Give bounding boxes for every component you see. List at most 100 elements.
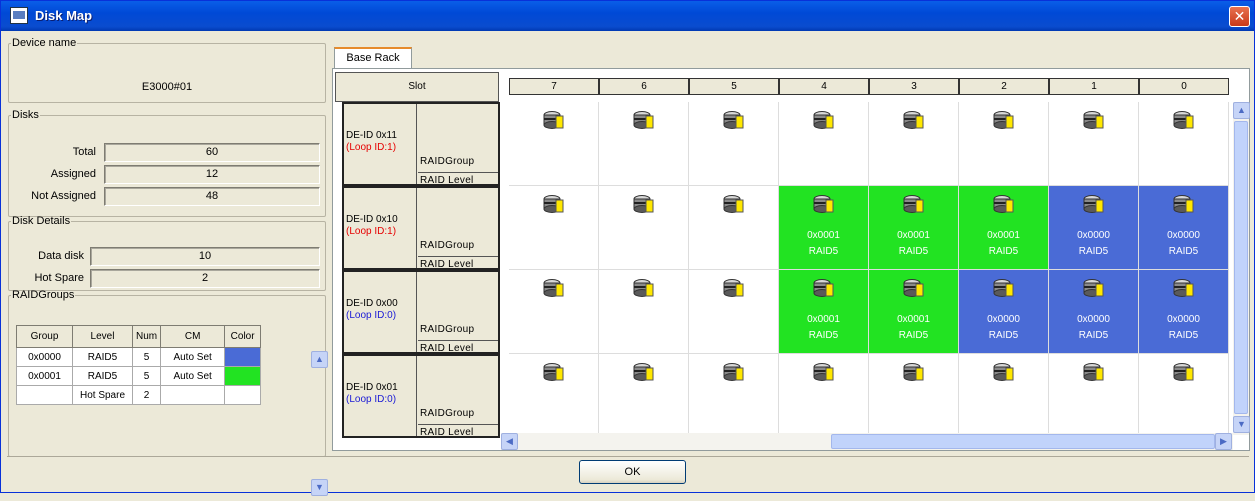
raidgroups-table: Group Level Num CM Color 0x0000 RAID5 5 … [16, 325, 262, 405]
disk-slot[interactable]: 0x0001 RAID5 [779, 186, 869, 270]
ok-button[interactable]: OK [579, 460, 686, 484]
scroll-thumb[interactable] [831, 434, 1215, 449]
disk-raid-level: RAID5 [898, 246, 929, 257]
disk-slot[interactable]: 0x0000 RAID5 [1049, 186, 1139, 270]
row-header: DE-ID 0x10 (Loop ID:1) RAIDGroup RAID Level [342, 186, 500, 270]
disk-slot[interactable] [689, 354, 779, 435]
disk-raidgroup-id: 0x0000 [1167, 314, 1200, 325]
disk-raidgroup-id: 0x0001 [897, 314, 930, 325]
scroll-up-icon[interactable]: ▲ [311, 351, 328, 368]
disk-slot[interactable] [509, 270, 599, 354]
de-id-label: DE-ID 0x01 [346, 382, 398, 393]
grid-vertical-scrollbar[interactable]: ▲ ▼ [1233, 102, 1250, 435]
scroll-left-icon[interactable]: ◀ [501, 433, 518, 450]
close-button[interactable]: ✕ [1229, 6, 1250, 27]
disk-raid-level: RAID5 [808, 330, 839, 341]
raid-level-label: RAID Level [418, 424, 498, 438]
col-header-cm[interactable]: CM [160, 325, 226, 348]
divider [7, 456, 1249, 457]
disk-slot[interactable]: 0x0001 RAID5 [779, 270, 869, 354]
disk-slot[interactable] [959, 102, 1049, 186]
tab-base-rack[interactable]: Base Rack [334, 47, 412, 69]
disk-icon [723, 110, 745, 130]
device-name-value: E3000#01 [141, 81, 193, 93]
col-header-num[interactable]: Num [131, 325, 162, 348]
slot-column-header: 5 [689, 78, 779, 95]
disk-slot[interactable] [509, 186, 599, 270]
disks-assigned-label: Assigned [50, 168, 96, 180]
disk-slot[interactable]: 0x0001 RAID5 [869, 186, 959, 270]
disk-slot[interactable] [689, 102, 779, 186]
disk-slot[interactable] [509, 102, 599, 186]
disks-total-label: Total [72, 146, 96, 158]
disk-slot[interactable]: 0x0000 RAID5 [959, 270, 1049, 354]
loop-id-label: (Loop ID:1) [346, 142, 397, 153]
disk-slot[interactable]: 0x0000 RAID5 [1049, 270, 1139, 354]
table-row[interactable]: 0x0000 RAID5 5 Auto Set [16, 347, 262, 367]
rg-group: 0x0000 [16, 347, 73, 367]
disk-slot[interactable] [1049, 354, 1139, 435]
scroll-down-icon[interactable]: ▼ [311, 479, 328, 496]
raid-level-label: RAID Level [418, 340, 498, 354]
data-disk-value: 10 [90, 247, 320, 266]
rg-cm[interactable]: Auto Set [160, 366, 226, 386]
disk-slot[interactable] [689, 270, 779, 354]
rg-num: 5 [131, 347, 162, 367]
raidgroups-scrollbar[interactable]: ▲ ▼ [311, 351, 328, 501]
disk-icon [993, 110, 1015, 130]
scroll-up-icon[interactable]: ▲ [1233, 102, 1250, 119]
grid-horizontal-scrollbar[interactable]: ◀ ▶ [501, 433, 1233, 450]
slot-column-header: 2 [959, 78, 1049, 95]
rg-level: Hot Spare [72, 385, 133, 405]
disk-slot[interactable] [869, 354, 959, 435]
disk-slot[interactable]: 0x0000 RAID5 [1139, 186, 1229, 270]
disk-slot[interactable] [509, 354, 599, 435]
disk-slot[interactable] [869, 102, 959, 186]
disk-slot[interactable] [689, 186, 779, 270]
disk-slot[interactable] [779, 102, 869, 186]
rg-num: 5 [131, 366, 162, 386]
disk-raid-level: RAID5 [988, 246, 1019, 257]
disk-slot[interactable] [959, 354, 1049, 435]
disk-raid-level: RAID5 [1168, 246, 1199, 257]
disks-total-value: 60 [104, 143, 320, 162]
disk-slot[interactable]: 0x0001 RAID5 [869, 270, 959, 354]
hot-spare-label: Hot Spare [34, 272, 84, 284]
disk-slot[interactable] [599, 102, 689, 186]
scroll-right-icon[interactable]: ▶ [1215, 433, 1232, 450]
disk-slot[interactable] [599, 270, 689, 354]
disk-slot[interactable] [1139, 354, 1229, 435]
disk-slot[interactable] [599, 186, 689, 270]
disk-slot[interactable] [599, 354, 689, 435]
disk-slot[interactable] [1139, 102, 1229, 186]
title-bar[interactable]: Disk Map ✕ [1, 1, 1254, 31]
disk-slot[interactable] [1049, 102, 1139, 186]
disk-icon [1083, 110, 1105, 130]
de-id-label: DE-ID 0x11 [346, 130, 397, 141]
rg-color-swatch[interactable] [224, 366, 262, 386]
scroll-down-icon[interactable]: ▼ [1233, 416, 1250, 433]
disk-slot[interactable]: 0x0001 RAID5 [959, 186, 1049, 270]
disk-icon [543, 110, 565, 130]
disk-details-legend: Disk Details [12, 215, 71, 227]
col-header-group[interactable]: Group [16, 325, 73, 348]
table-row[interactable]: 0x0001 RAID5 5 Auto Set [16, 366, 262, 386]
col-header-color[interactable]: Color [224, 325, 262, 348]
rg-num: 2 [131, 385, 162, 405]
table-row[interactable]: Hot Spare 2 [16, 385, 262, 405]
disks-not-assigned-value: 48 [104, 187, 320, 206]
slot-column-header: 1 [1049, 78, 1139, 95]
disk-slot[interactable]: 0x0000 RAID5 [1139, 270, 1229, 354]
rg-color-swatch[interactable] [224, 347, 262, 367]
disk-map-panel: Slot DE-ID 0x11 (Loop ID:1) RAIDGroup RAID … [332, 68, 1250, 451]
data-disk-label: Data disk [38, 250, 84, 262]
disk-icon [903, 362, 925, 382]
slot-column-header: 6 [599, 78, 689, 95]
scroll-thumb[interactable] [1234, 121, 1248, 414]
disk-raid-level: RAID5 [1078, 330, 1109, 341]
loop-id-label: (Loop ID:0) [346, 310, 397, 321]
disk-slot[interactable] [779, 354, 869, 435]
app-icon [10, 7, 28, 24]
rg-cm[interactable]: Auto Set [160, 347, 226, 367]
col-header-level[interactable]: Level [72, 325, 133, 348]
